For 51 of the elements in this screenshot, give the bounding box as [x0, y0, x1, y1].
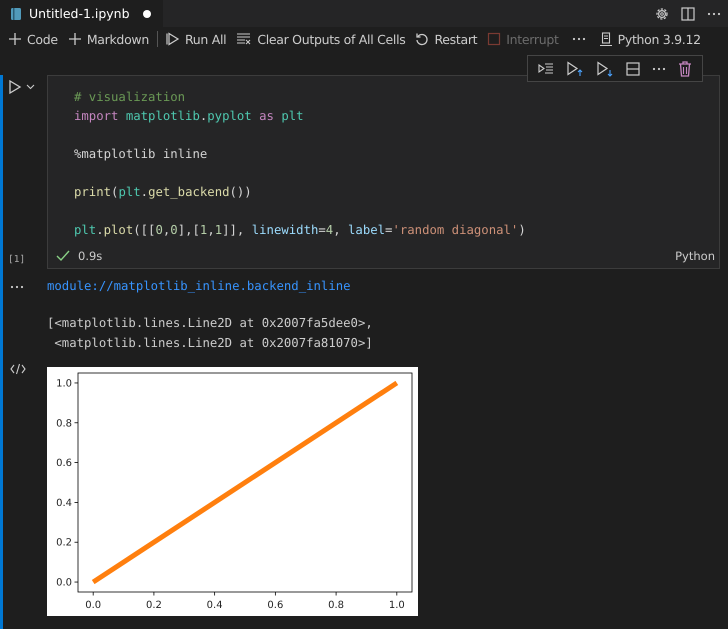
notebook-icon	[10, 6, 22, 20]
plus-icon	[8, 32, 22, 46]
restart-icon	[415, 32, 430, 46]
x-tick-label: 1.0	[388, 600, 405, 611]
language-label[interactable]: Python	[675, 249, 715, 263]
plus-icon	[68, 32, 82, 46]
execution-time: 0.9s	[78, 249, 102, 263]
more-icon[interactable]	[10, 284, 24, 290]
run-above-icon[interactable]	[566, 60, 584, 76]
y-tick-label: 0.2	[56, 538, 72, 549]
y-tick-label: 0.0	[56, 578, 72, 589]
output-line: <matplotlib.lines.Line2D at 0x2007fa81070>]	[53, 335, 373, 352]
code-icon[interactable]	[10, 363, 26, 375]
run-by-line-icon[interactable]	[538, 62, 554, 76]
toolbar-button[interactable]: Code	[4, 32, 62, 46]
output-text: module://matplotlib_inline.backend_inline	[47, 278, 351, 295]
toolbar-button[interactable]: Run All	[162, 32, 230, 46]
output-line: [<matplotlib.lines.Line2D at 0x2007fa5dee0>,	[47, 315, 373, 332]
execution-count: [1]	[8, 254, 26, 265]
kernel-button[interactable]: Python 3.9.12	[594, 32, 705, 46]
code-line: plt.plot([[0,0],[1,1]], linewidth=4, label='random diagonal')	[74, 222, 526, 239]
clear-all-icon	[236, 32, 252, 46]
toolbar-button[interactable]: Restart	[411, 32, 482, 46]
toolbar-button[interactable]: Clear Outputs of All Cells	[232, 32, 410, 46]
run-cell-icon[interactable]	[8, 79, 22, 95]
run-all-icon	[166, 32, 180, 46]
chevron-down-icon[interactable]	[26, 84, 35, 90]
code-editor[interactable]: # visualization import matplotlib.pyplot as plt %matplotlib inline print(plt.get_backend()) plt.plot([[0,0],[1,1]], linewidth=4, label='random diagonal') 0.9s Python	[47, 75, 720, 269]
stop-icon	[487, 32, 502, 46]
tab-title: Untitled-1.ipynb	[29, 6, 130, 21]
code-line: %matplotlib inline	[74, 146, 208, 163]
y-tick-label: 1.0	[56, 378, 72, 390]
y-tick-label: 0.8	[56, 418, 72, 430]
y-tick-label: 0.6	[56, 458, 72, 470]
toolbar-button[interactable]: Markdown	[64, 32, 153, 46]
code-line: # visualization	[74, 89, 186, 106]
x-tick-label: 0.8	[328, 600, 344, 611]
x-tick-label: 0.4	[206, 600, 223, 611]
delete-icon[interactable]	[678, 60, 692, 76]
file-tab[interactable]: Untitled-1.ipynb	[0, 0, 163, 27]
x-tick-label: 0.0	[85, 600, 102, 611]
code-line: import matplotlib.pyplot as plt	[74, 108, 304, 125]
split-cell-icon[interactable]	[626, 62, 640, 76]
run-below-icon[interactable]	[596, 60, 614, 76]
settings-icon[interactable]	[654, 6, 670, 22]
x-tick-label: 0.6	[267, 600, 284, 611]
x-tick-label: 0.2	[146, 600, 162, 611]
split-editor-icon[interactable]	[680, 6, 696, 22]
code-line: print(plt.get_backend())	[74, 184, 252, 201]
server-icon	[598, 32, 613, 46]
y-tick-label: 0.4	[56, 498, 72, 509]
